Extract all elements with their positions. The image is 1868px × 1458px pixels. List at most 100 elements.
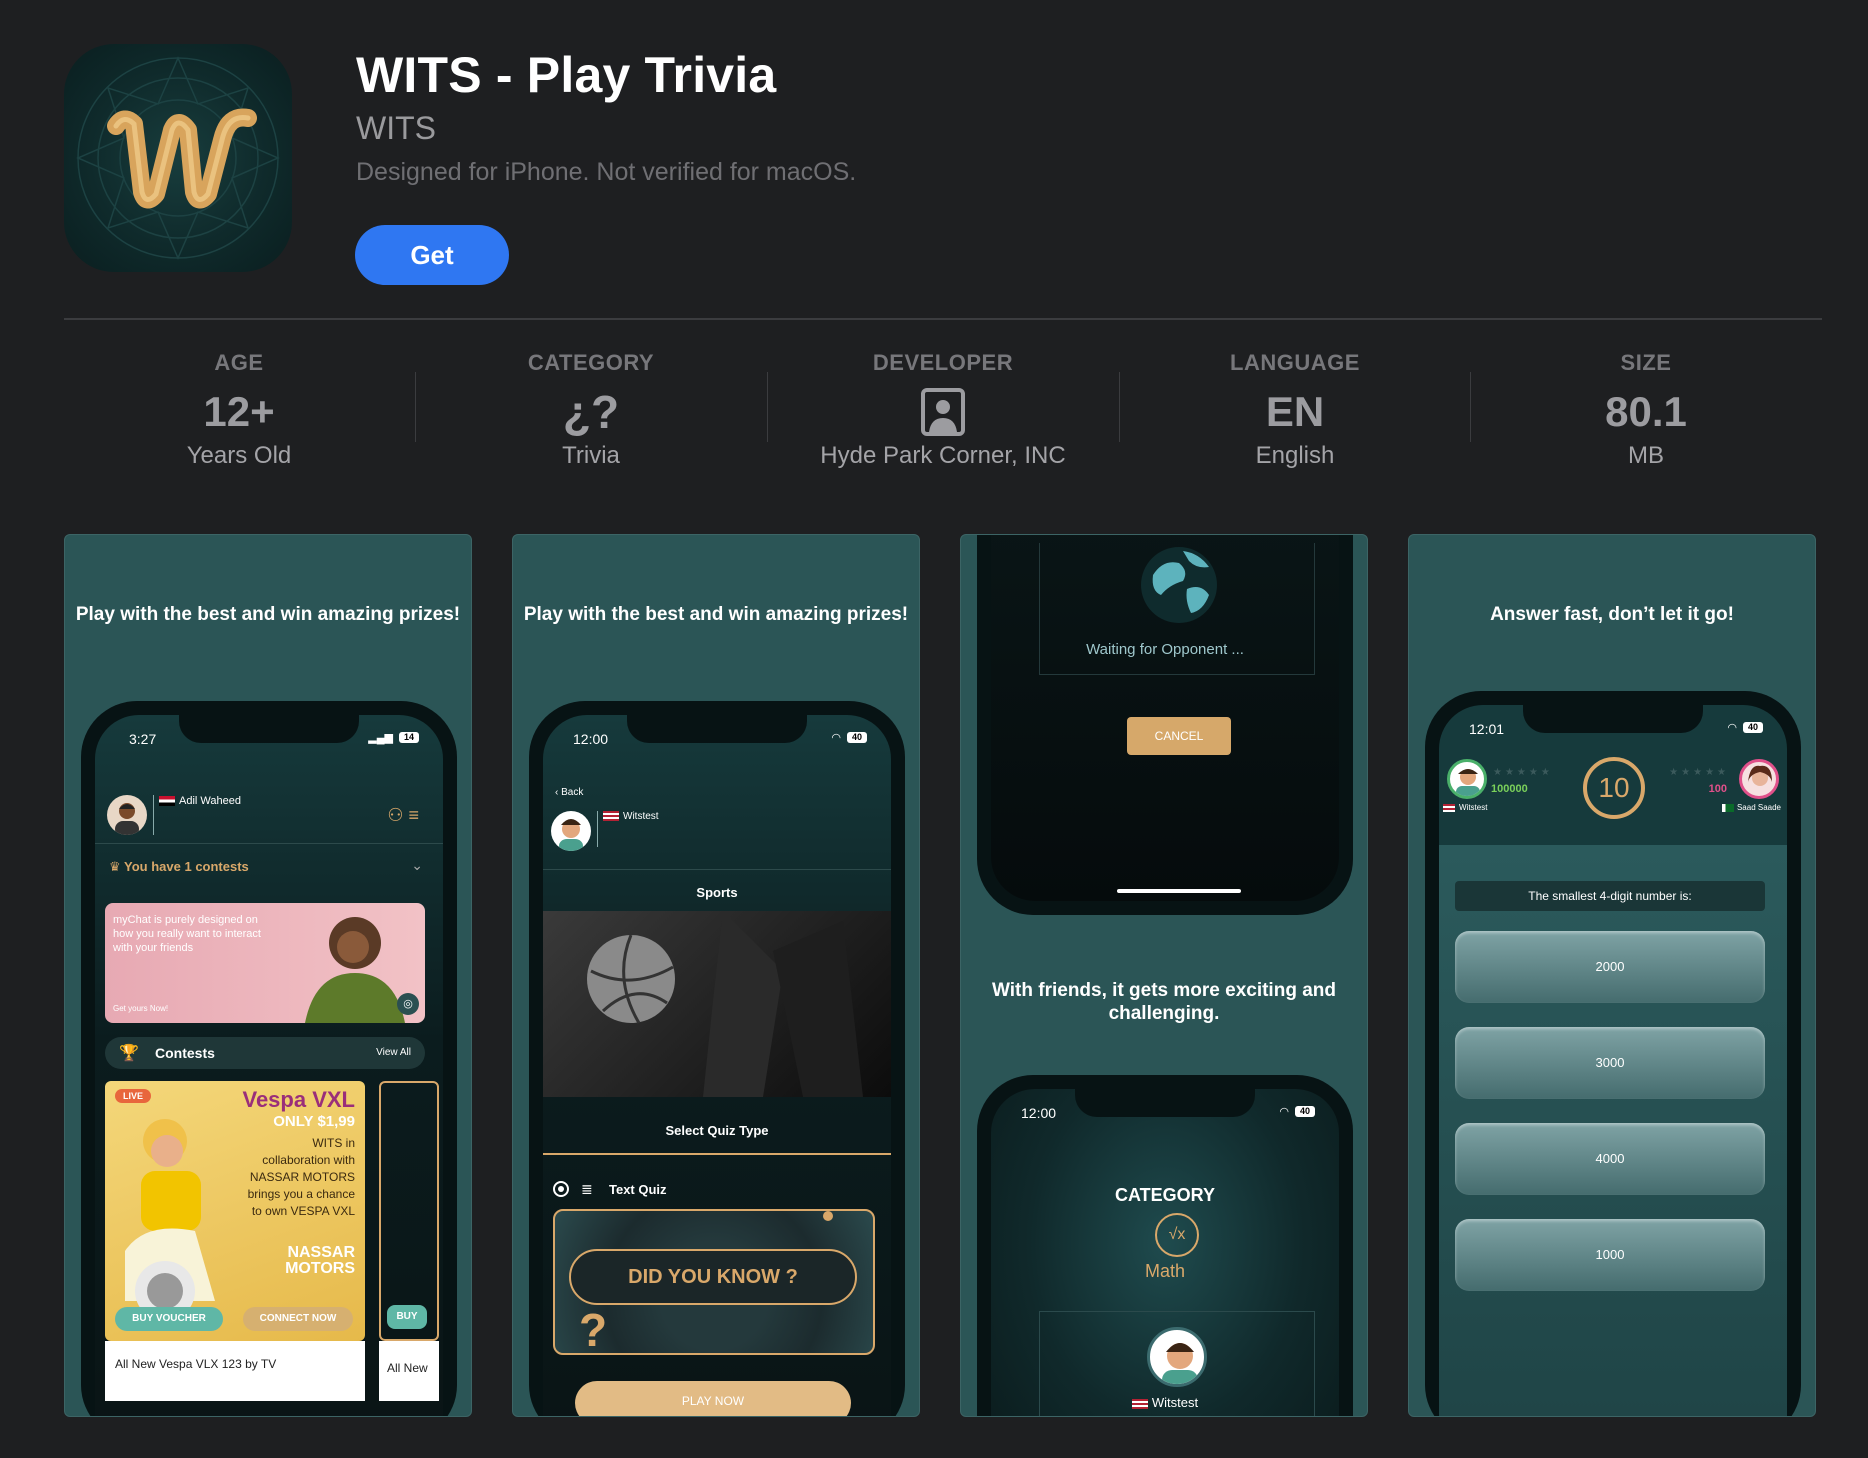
topic-title: Sports [696, 885, 738, 900]
info-sub: Trivia [562, 442, 620, 469]
view-all-link[interactable]: View All [376, 1047, 411, 1058]
answer-option[interactable]: 2000 [1455, 931, 1765, 1003]
battery-icon: 40 [1743, 722, 1763, 733]
user-name: Adil Waheed [179, 795, 241, 807]
info-category[interactable]: CATEGORY ¿? Trivia [415, 340, 767, 480]
promo-body: WITS in collaboration with NASSAR MOTORS… [247, 1136, 355, 1218]
get-button[interactable]: Get [355, 225, 509, 285]
player1-name: Witstest [1443, 803, 1487, 812]
cancel-button[interactable]: CANCEL [1127, 717, 1231, 755]
compat-note: Designed for iPhone. Not verified for ma… [356, 158, 857, 186]
info-label: CATEGORY [527, 350, 655, 375]
list-icon: ≣ [581, 1181, 593, 1197]
info-developer[interactable]: DEVELOPER Hyde Park Corner, INC [767, 340, 1119, 480]
wits-logo-icon [76, 56, 280, 260]
did-you-know-card[interactable]: DID YOU KNOW ? ? [553, 1209, 875, 1356]
answer-option[interactable]: 4000 [1455, 1123, 1765, 1195]
countdown-timer: 10 [1583, 757, 1645, 819]
chat-icon[interactable]: ◎ [397, 993, 419, 1015]
phone-frame: 12:00 ◠ 40 CATEGORY √x Math Witstest [977, 1075, 1353, 1416]
connect-now-button[interactable]: CONNECT NOW [243, 1307, 353, 1331]
status-icons: ▂▄▆ 14 [368, 731, 419, 744]
promo-title: Vespa VXL [242, 1087, 355, 1112]
phone-frame-top: Waiting for Opponent ... CANCEL [977, 535, 1353, 915]
avatar [551, 811, 591, 851]
nassar-logo: NASSAR MOTORS [285, 1244, 355, 1277]
question-mark-icon: ? [579, 1304, 608, 1356]
banner-cta: Get yours Now! [113, 1004, 169, 1013]
category-name: Math [1144, 1261, 1186, 1281]
screenshot-2[interactable]: Play with the best and win amazing prize… [512, 534, 920, 1417]
waiting-text: Waiting for Opponent ... [1086, 641, 1244, 658]
woman-photo [305, 917, 405, 1023]
status-icons: ◠ 40 [1727, 721, 1763, 734]
math-icon: √x [1155, 1213, 1199, 1257]
screenshot-4[interactable]: Answer fast, don’t let it go! 12:01 ◠ 40… [1408, 534, 1816, 1417]
info-sub: Hyde Park Corner, INC [820, 442, 1066, 469]
info-sub: MB [1628, 442, 1664, 469]
promo-card[interactable]: LIVE Vespa VXL ONLY $1,99 WITS in collab… [105, 1081, 365, 1341]
status-icons: ◠ 40 [831, 731, 867, 744]
promo-caption-2: All New [379, 1341, 439, 1401]
question-text: The smallest 4-digit number is: [1455, 881, 1765, 911]
battery-icon: 40 [1295, 1106, 1315, 1117]
screenshot-3[interactable]: Waiting for Opponent ... CANCEL With fri… [960, 534, 1368, 1417]
info-sub: Years Old [186, 442, 292, 469]
buy-button[interactable]: BUY [387, 1305, 427, 1329]
promo-caption: All New Vespa VLX 123 by TV [105, 1341, 365, 1401]
sports-image [543, 911, 891, 1097]
category-title: CATEGORY [1114, 1185, 1215, 1205]
promo-card-next[interactable]: BUY [379, 1081, 439, 1341]
phone-frame: 12:00 ◠ 40 ‹ Back Witstest Sports Select… [529, 701, 905, 1416]
back-button[interactable]: ‹ Back [555, 787, 583, 798]
info-value: 12+ [203, 388, 275, 435]
chevron-down-icon[interactable]: ⌄ [411, 857, 423, 874]
status-time: 12:01 [1469, 721, 1505, 737]
flag-icon [159, 796, 175, 807]
divider [64, 318, 1822, 320]
radio-text-quiz[interactable] [553, 1181, 569, 1197]
screenshot-tagline: With friends, it gets more exciting and … [992, 980, 1336, 1024]
select-quiz-type: Select Quiz Type [665, 1123, 769, 1138]
info-value: EN [1265, 388, 1325, 435]
info-size: SIZE 80.1 MB [1470, 340, 1822, 480]
contests-header: 🏆 Contests View All [105, 1037, 425, 1069]
avatar [107, 795, 147, 835]
contests-title: Contests [155, 1045, 215, 1061]
avatar [1147, 1327, 1207, 1387]
player2-name: Saad Saade [1721, 803, 1781, 812]
info-value: 80.1 [1605, 388, 1687, 435]
status-time: 3:27 [129, 731, 157, 747]
battery-icon: 40 [847, 732, 867, 743]
player1-score: 100000 [1491, 783, 1528, 795]
banner-text: myChat is purely designed on how you rea… [113, 914, 261, 954]
info-label: LANGUAGE [1230, 350, 1360, 375]
status-icons: ◠ 40 [1279, 1105, 1315, 1118]
screenshot-1[interactable]: Play with the best and win amazing prize… [64, 534, 472, 1417]
user-name: Witstest [623, 811, 659, 822]
info-age: AGE 12+ Years Old [63, 340, 415, 480]
trivia-icon: ¿? [562, 386, 620, 438]
status-time: 12:00 [573, 731, 609, 747]
person-icon [767, 386, 1119, 438]
buy-voucher-button[interactable]: BUY VOUCHER [115, 1307, 223, 1331]
player1-avatar [1447, 759, 1487, 799]
answer-option[interactable]: 3000 [1455, 1027, 1765, 1099]
option-label: Text Quiz [609, 1182, 667, 1197]
rider-illustration [125, 1119, 215, 1321]
answer-option[interactable]: 1000 [1455, 1219, 1765, 1291]
screenshot-tagline: Answer fast, don’t let it go! [1490, 604, 1734, 625]
status-time: 12:00 [1021, 1105, 1057, 1121]
screenshot-tagline: Play with the best and win amazing prize… [523, 604, 909, 625]
app-icon [64, 44, 292, 272]
play-now-button[interactable]: PLAY NOW [575, 1381, 851, 1416]
developer-link[interactable]: WITS [356, 110, 436, 147]
player2-score: 100 [1708, 783, 1727, 795]
contests-notice[interactable]: ♛ You have 1 contests [109, 859, 249, 875]
mychat-banner[interactable]: myChat is purely designed on how you rea… [105, 903, 425, 1023]
app-title: WITS - Play Trivia [356, 47, 777, 103]
home-indicator [1117, 889, 1241, 893]
friends-icon[interactable]: ⚇ ≡ [387, 805, 419, 826]
user-label: Witstest [991, 1395, 1339, 1410]
promo-price: ONLY $1,99 [273, 1113, 355, 1130]
